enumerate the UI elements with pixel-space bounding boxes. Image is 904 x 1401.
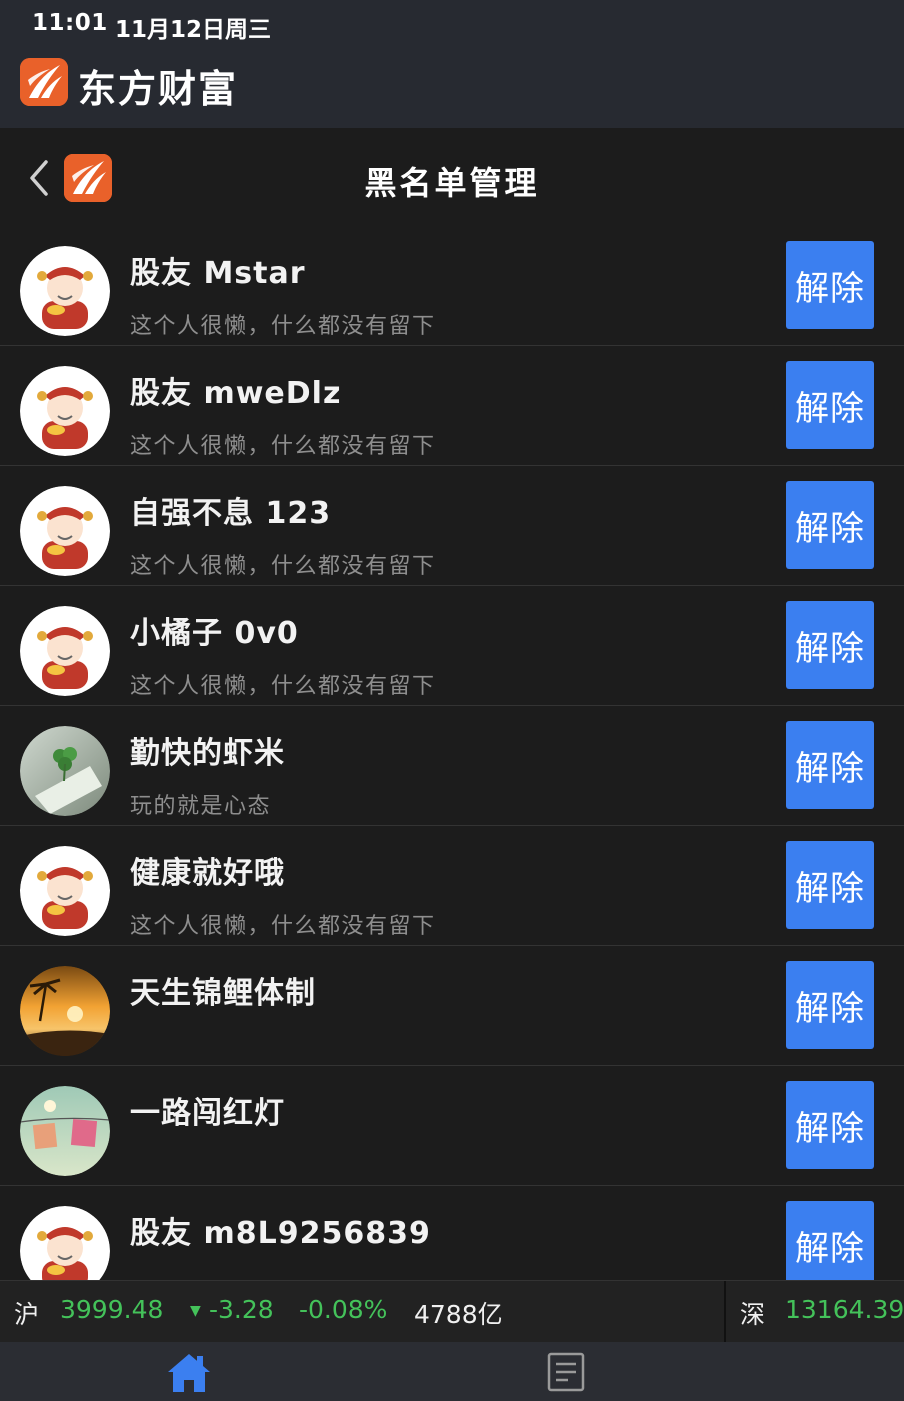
list-item: 股友 mweDlz 这个人很懒，什么都没有留下 解除 xyxy=(0,346,904,466)
list-item: 勤快的虾米 玩的就是心态 解除 xyxy=(0,706,904,826)
user-name: 天生锦鲤体制 xyxy=(130,976,316,1011)
sunset-photo-avatar[interactable] xyxy=(20,966,110,1056)
home-icon[interactable] xyxy=(166,1350,212,1394)
eastmoney-logo-icon xyxy=(20,58,68,106)
sh-label: 沪 xyxy=(14,1300,40,1329)
user-signature: 玩的就是心态 xyxy=(130,794,272,819)
app-header: 11:01 11月12日周三 东方财富 xyxy=(0,0,904,128)
unblock-button[interactable]: 解除 xyxy=(786,961,874,1049)
user-signature: 这个人很懒，什么都没有留下 xyxy=(130,314,436,339)
user-name: 小橘子 0v0 xyxy=(130,616,299,651)
caishen-avatar-icon[interactable] xyxy=(20,846,110,936)
list-item: 自强不息 123 这个人很懒，什么都没有留下 解除 xyxy=(0,466,904,586)
user-name: 自强不息 123 xyxy=(130,496,332,531)
list-item: 股友 Mstar 这个人很懒，什么都没有留下 解除 xyxy=(0,226,904,346)
user-name: 股友 m8L9256839 xyxy=(130,1216,431,1251)
status-date: 11月12日周三 xyxy=(115,17,272,43)
ticker-divider xyxy=(724,1281,726,1343)
list-item: 一路闯红灯 解除 xyxy=(0,1066,904,1186)
sh-change-pct: -0.08% xyxy=(299,1295,388,1324)
document-icon[interactable] xyxy=(546,1352,586,1392)
user-name: 勤快的虾米 xyxy=(130,736,285,771)
caishen-avatar-icon[interactable] xyxy=(20,606,110,696)
down-arrow-icon: ▼ xyxy=(190,1303,201,1319)
caishen-avatar-icon[interactable] xyxy=(20,486,110,576)
user-name: 一路闯红灯 xyxy=(130,1096,285,1131)
user-name: 健康就好哦 xyxy=(130,856,285,891)
caishen-avatar-icon[interactable] xyxy=(20,246,110,336)
user-name: 股友 mweDlz xyxy=(130,376,342,411)
unblock-button[interactable]: 解除 xyxy=(786,241,874,329)
user-signature: 这个人很懒，什么都没有留下 xyxy=(130,914,436,939)
clover-photo-avatar[interactable] xyxy=(20,726,110,816)
unblock-button[interactable]: 解除 xyxy=(786,361,874,449)
blacklist-list: 股友 Mstar 这个人很懒，什么都没有留下 解除 股友 mweDlz 这个人很 xyxy=(0,226,904,1280)
unblock-button[interactable]: 解除 xyxy=(786,841,874,929)
page-title: 黑名单管理 xyxy=(364,164,540,202)
bottom-tab-bar xyxy=(0,1342,904,1401)
unblock-button[interactable]: 解除 xyxy=(786,1081,874,1169)
market-ticker[interactable]: 沪 3999.48 ▼ -3.28 -0.08% 4788亿 深 13164.3… xyxy=(0,1280,904,1343)
list-item: 健康就好哦 这个人很懒，什么都没有留下 解除 xyxy=(0,826,904,946)
unblock-button[interactable]: 解除 xyxy=(786,481,874,569)
sz-label: 深 xyxy=(740,1300,766,1329)
user-signature: 这个人很懒，什么都没有留下 xyxy=(130,554,436,579)
unblock-button[interactable]: 解除 xyxy=(786,1201,874,1280)
sh-index: 3999.48 xyxy=(60,1295,164,1324)
user-signature: 这个人很懒，什么都没有留下 xyxy=(130,674,436,699)
sh-volume: 4788亿 xyxy=(414,1300,503,1329)
blacklist-page: 11:01 11月12日周三 东方财富 黑名单管理 股友 Mstar 这个人很懒… xyxy=(0,0,904,1401)
sz-index: 13164.39 xyxy=(785,1295,904,1324)
nav-bar: 黑名单管理 xyxy=(0,128,904,228)
caishen-avatar-icon[interactable] xyxy=(20,366,110,456)
sh-change: -3.28 xyxy=(209,1295,274,1324)
status-time: 11:01 xyxy=(32,10,108,36)
user-signature: 这个人很懒，什么都没有留下 xyxy=(130,434,436,459)
unblock-button[interactable]: 解除 xyxy=(786,721,874,809)
list-item: 小橘子 0v0 这个人很懒，什么都没有留下 解除 xyxy=(0,586,904,706)
unblock-button[interactable]: 解除 xyxy=(786,601,874,689)
clothesline-photo-avatar[interactable] xyxy=(20,1086,110,1176)
caishen-avatar-icon[interactable] xyxy=(20,1206,110,1280)
list-item: 股友 m8L9256839 解除 xyxy=(0,1186,904,1280)
list-item: 天生锦鲤体制 解除 xyxy=(0,946,904,1066)
brand-name: 东方财富 xyxy=(78,67,239,111)
user-name: 股友 Mstar xyxy=(130,256,306,291)
